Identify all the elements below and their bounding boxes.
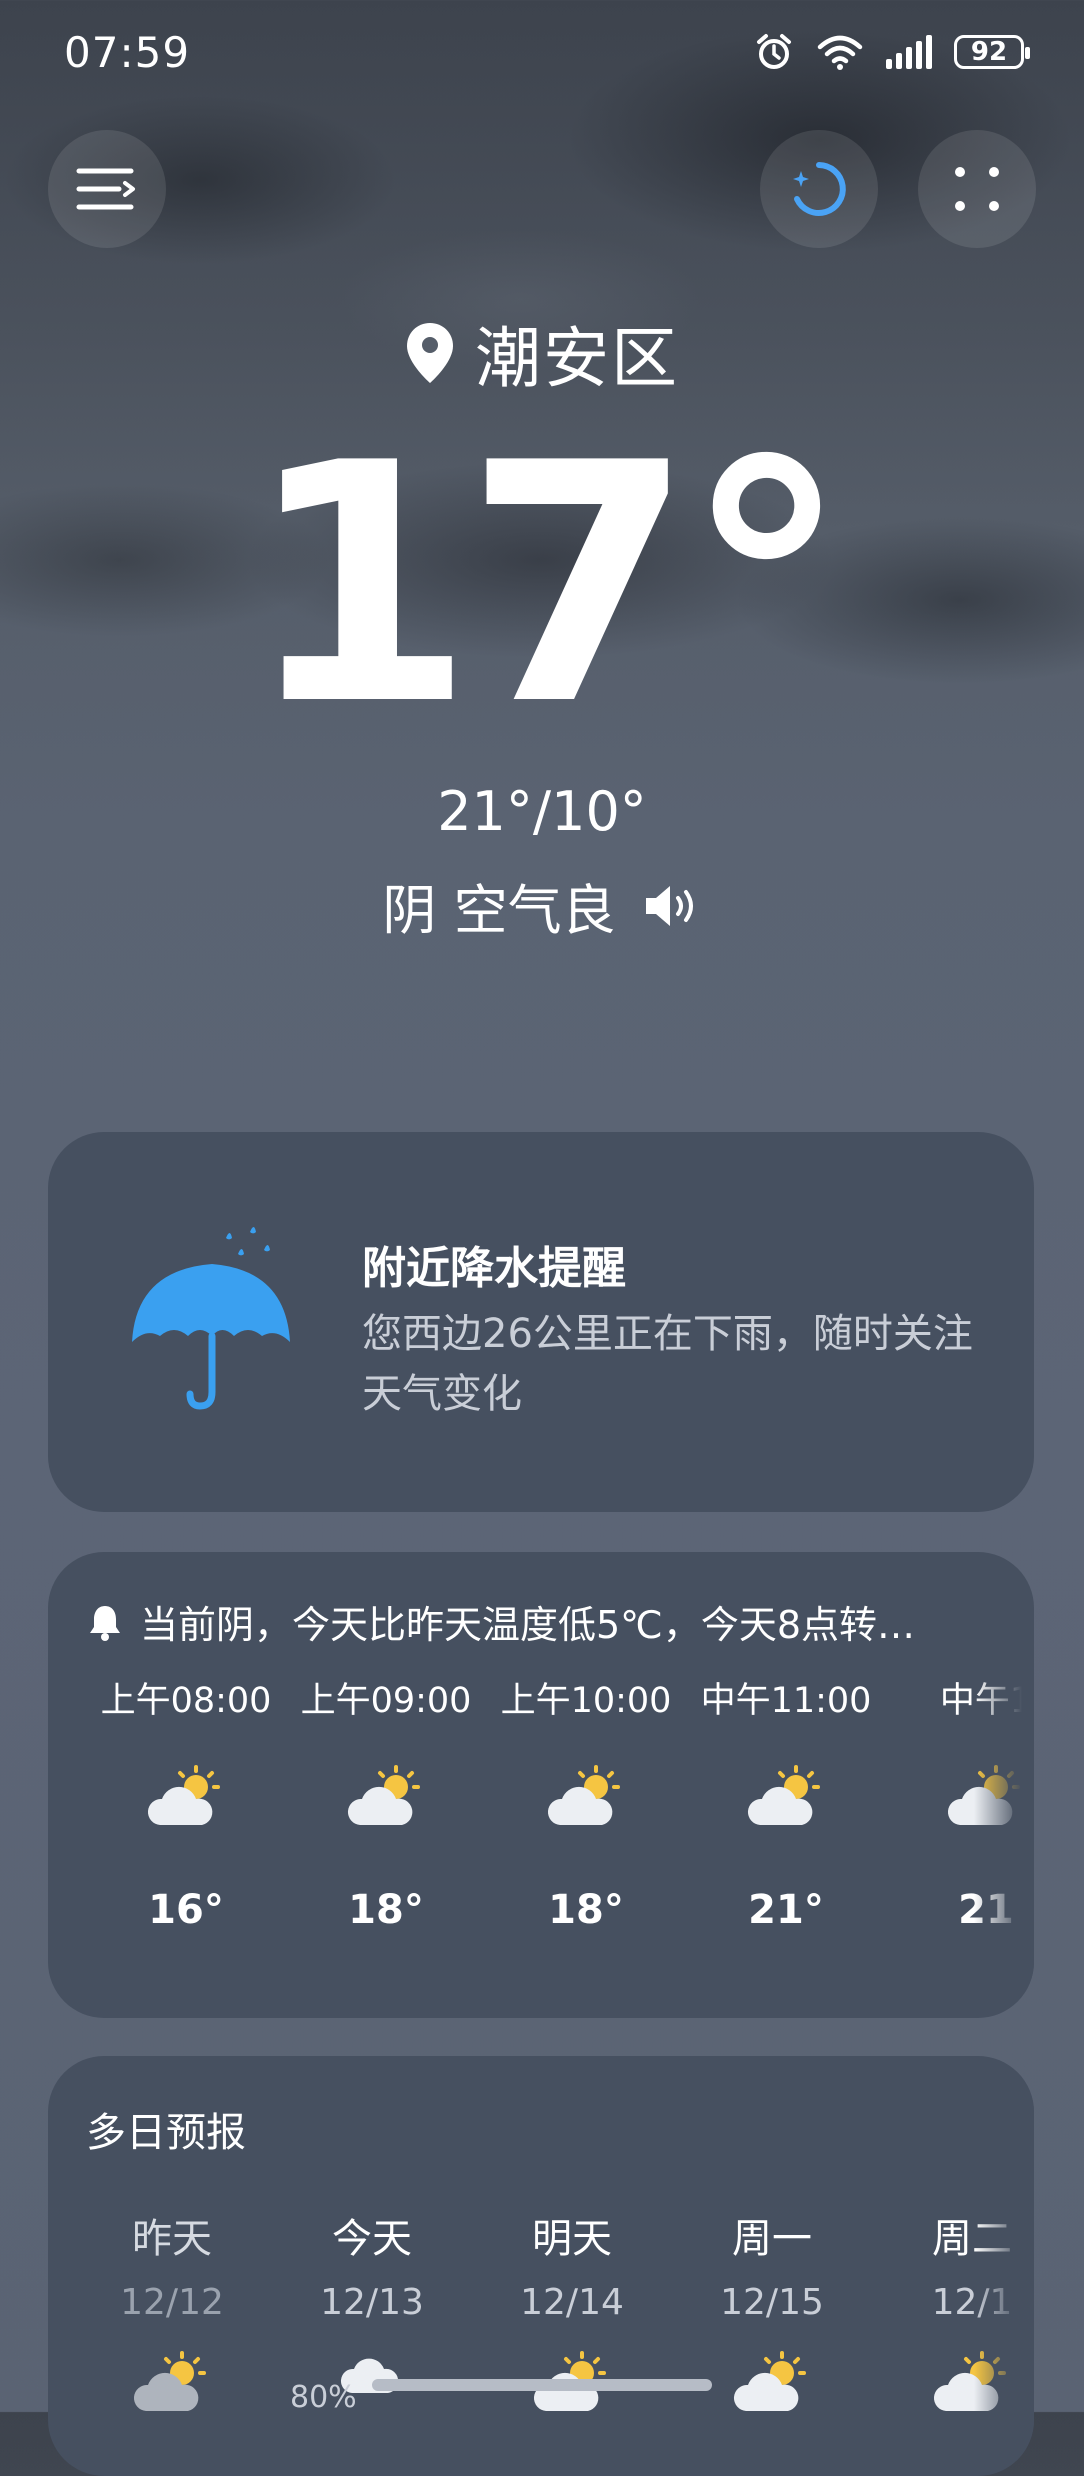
day-name: 周一 (732, 2216, 812, 2262)
speaker-icon[interactable] (642, 884, 702, 928)
day-name: 明天 (532, 2216, 612, 2262)
status-bar: 07:59 92 (64, 22, 1030, 82)
bell-icon (90, 1605, 120, 1641)
wifi-icon (817, 35, 863, 70)
alarm-icon (757, 34, 791, 69)
hour-temperature: 21° (748, 1887, 824, 1933)
day-name: 昨天 (132, 2216, 212, 2262)
high-low-temperature: 21°/10° (437, 780, 647, 843)
home-indicator[interactable] (372, 2379, 712, 2391)
refresh-button[interactable] (760, 130, 878, 248)
partly-cloudy-icon (733, 2351, 806, 2411)
hourly-list[interactable]: 上午08:00 16° 上午09:00 18° 上午10:00 18° 中午11… (48, 1672, 1034, 1992)
weather-summary: 当前阴，今天比昨天温度低5℃，今天8点转… (88, 1594, 994, 1649)
day-date: 12/12 (120, 2282, 224, 2323)
condition-text: 阴 空气良 (382, 879, 616, 942)
precipitation-chance: 80% (290, 2380, 357, 2415)
partly-cloudy-icon (747, 1765, 820, 1825)
status-icons: 92 (754, 32, 1030, 72)
hour-temperature: 18° (548, 1887, 624, 1933)
scroll-fade (974, 1672, 1034, 1992)
more-options-button[interactable] (918, 130, 1036, 248)
day-item[interactable]: 周一 12/15 (672, 2206, 872, 2429)
partly-cloudy-icon (133, 2351, 206, 2411)
hourly-forecast-card[interactable]: 当前阴，今天比昨天温度低5℃，今天8点转… 上午08:00 16° 上午09:0… (48, 1552, 1034, 2018)
hour-temperature: 16° (148, 1887, 224, 1933)
alert-title: 附近降水提醒 (362, 1243, 626, 1294)
daily-forecast-title: 多日预报 (86, 2110, 246, 2156)
dots-grid-icon (955, 167, 999, 211)
hour-item[interactable]: 上午10:00 18° (486, 1672, 686, 1933)
current-temperature: 17° (244, 393, 849, 777)
partly-cloudy-icon (147, 1765, 220, 1825)
refresh-icon (793, 162, 846, 216)
hour-item[interactable]: 中午11:00 21° (686, 1672, 886, 1933)
weather-summary-text: 当前阴，今天比昨天温度低5℃，今天8点转… (140, 1603, 916, 1647)
alert-description: 您西边26公里正在下雨，随时关注天气变化 (362, 1311, 973, 1417)
location-header[interactable]: 潮安区 (0, 305, 1084, 401)
condition-row: 阴 空气良 (0, 866, 1084, 945)
hour-time: 上午08:00 (100, 1681, 272, 1721)
hour-time: 上午10:00 (500, 1681, 672, 1721)
day-item[interactable]: 昨天 12/12 (72, 2206, 272, 2429)
umbrella-icon (132, 1227, 290, 1410)
day-name: 今天 (332, 2216, 412, 2262)
menu-icon (76, 168, 135, 210)
hour-time: 上午09:00 (300, 1681, 472, 1721)
battery-level: 92 (970, 37, 1008, 67)
partly-cloudy-icon (347, 1765, 420, 1825)
location-name: 潮安区 (475, 320, 679, 397)
status-time: 07:59 (64, 27, 191, 77)
day-item[interactable]: 明天 12/14 (472, 2206, 672, 2429)
scroll-fade (974, 2056, 1034, 2476)
partly-cloudy-icon (547, 1765, 620, 1825)
hour-item[interactable]: 上午08:00 16° (86, 1672, 286, 1933)
location-pin-icon (407, 323, 453, 383)
hour-item[interactable]: 上午09:00 18° (286, 1672, 486, 1933)
menu-button[interactable] (48, 130, 166, 248)
multi-day-forecast-card[interactable]: 多日预报 昨天 12/12 今天 12/13 明天 12/14 周一 12/15… (48, 2056, 1034, 2476)
signal-icon (886, 35, 932, 69)
hour-time: 中午11:00 (700, 1681, 872, 1721)
precipitation-alert-card[interactable]: 附近降水提醒 您西边26公里正在下雨，随时关注天气变化 (48, 1132, 1034, 1512)
day-date: 12/14 (520, 2282, 624, 2323)
hour-temperature: 18° (348, 1887, 424, 1933)
day-date: 12/15 (720, 2282, 824, 2323)
day-date: 12/13 (320, 2282, 424, 2323)
battery-icon: 92 (954, 35, 1030, 69)
